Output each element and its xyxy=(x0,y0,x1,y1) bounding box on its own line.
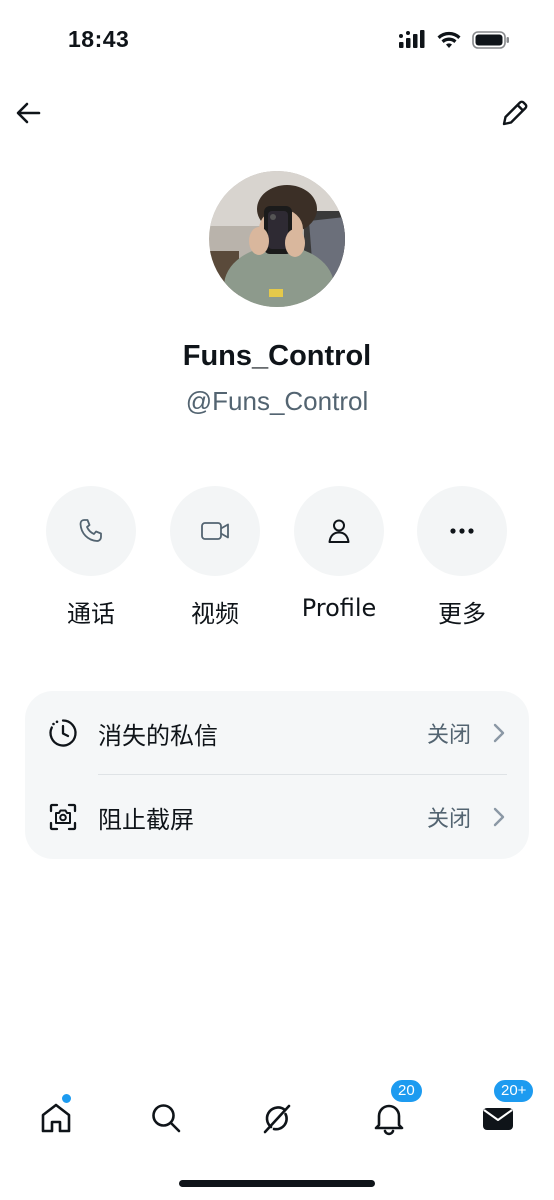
avatar-photo xyxy=(209,171,345,307)
more-label: 更多 xyxy=(438,600,486,628)
back-button[interactable] xyxy=(12,96,46,130)
more-button[interactable] xyxy=(417,486,507,576)
block-screenshots-value: 关闭 xyxy=(426,807,471,832)
home-unread-dot xyxy=(60,1092,73,1105)
status-time: 18:43 xyxy=(68,26,130,52)
status-icons xyxy=(398,30,510,50)
bottom-tab-bar: 20 20+ xyxy=(0,1078,554,1148)
user-handle: @Funs_Control xyxy=(185,386,369,416)
messages-badge: 20+ xyxy=(492,1078,536,1104)
more-icon xyxy=(450,528,474,534)
cellular-signal-icon xyxy=(399,30,425,48)
envelope-icon xyxy=(483,1108,513,1130)
video-button[interactable] xyxy=(170,486,260,576)
video-label: 视频 xyxy=(191,600,239,628)
pencil-icon xyxy=(502,100,528,126)
chevron-right-icon xyxy=(493,807,505,827)
notifications-badge: 20 xyxy=(389,1078,424,1104)
disappearing-messages-row[interactable]: 消失的私信 关闭 xyxy=(25,691,529,775)
profile-button[interactable] xyxy=(294,486,384,576)
profile-label: Profile xyxy=(301,594,377,622)
profile-action[interactable]: Profile xyxy=(279,486,399,622)
tab-notifications[interactable]: 20 xyxy=(359,1078,424,1148)
person-icon xyxy=(328,519,350,543)
dm-conversation-info-screen: 18:43 Funs_Control @Funs_Control 通话 视频 P… xyxy=(0,0,554,1200)
call-button[interactable] xyxy=(46,486,136,576)
bell-icon xyxy=(374,1104,404,1136)
phone-icon xyxy=(79,519,102,542)
avatar[interactable] xyxy=(209,171,345,307)
disappearing-messages-label: 消失的私信 xyxy=(98,721,218,750)
tab-search[interactable] xyxy=(136,1088,196,1148)
more-action[interactable]: 更多 xyxy=(402,486,522,629)
call-label: 通话 xyxy=(67,600,115,628)
battery-icon xyxy=(472,31,509,49)
conversation-settings: 消失的私信 关闭 阻止截屏 关闭 xyxy=(25,691,529,859)
home-icon xyxy=(41,1103,71,1133)
arrow-left-icon xyxy=(16,102,41,124)
disappearing-messages-value: 关闭 xyxy=(426,723,471,748)
home-indicator xyxy=(179,1180,375,1187)
chevron-right-icon xyxy=(493,723,505,743)
call-action[interactable]: 通话 xyxy=(31,486,151,629)
search-icon xyxy=(152,1104,181,1133)
video-icon xyxy=(201,522,229,540)
display-name: Funs_Control xyxy=(182,340,372,372)
tab-grok[interactable] xyxy=(247,1088,307,1148)
block-screenshots-row[interactable]: 阻止截屏 关闭 xyxy=(25,775,529,859)
timer-icon xyxy=(49,719,77,747)
grok-icon xyxy=(263,1104,291,1134)
tab-home[interactable] xyxy=(26,1088,86,1148)
screenshot-icon xyxy=(49,803,77,831)
edit-button[interactable] xyxy=(498,96,532,130)
tab-messages[interactable]: 20+ xyxy=(468,1078,536,1148)
video-action[interactable]: 视频 xyxy=(155,486,275,629)
block-screenshots-label: 阻止截屏 xyxy=(98,805,194,834)
wifi-icon xyxy=(437,31,461,48)
